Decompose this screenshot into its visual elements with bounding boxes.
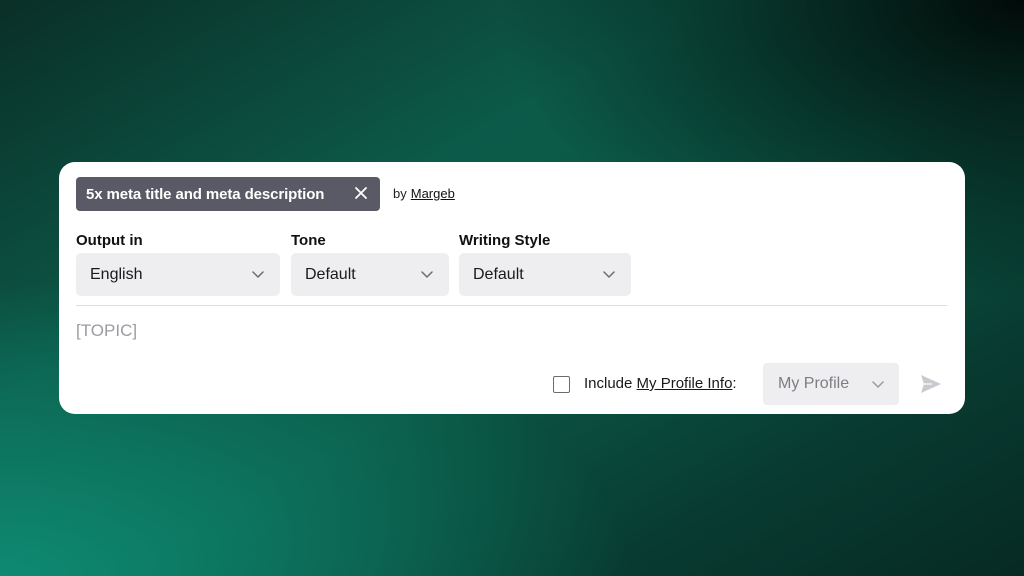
output-label: Output in <box>76 232 143 249</box>
include-profile-checkbox[interactable] <box>553 376 570 393</box>
by-label: by <box>393 186 407 201</box>
output-language-value: English <box>90 265 143 283</box>
include-suffix: : <box>732 375 737 392</box>
writing-style-label: Writing Style <box>459 232 551 249</box>
topic-input[interactable] <box>76 318 936 344</box>
tone-value: Default <box>305 265 356 283</box>
writing-style-select[interactable]: Default <box>459 253 631 296</box>
chevron-down-icon <box>872 381 884 388</box>
include-profile-label: Include My Profile Info: <box>584 375 737 392</box>
output-language-select[interactable]: English <box>76 253 280 296</box>
divider <box>76 305 947 306</box>
send-icon[interactable] <box>920 374 942 394</box>
chevron-down-icon <box>421 271 433 278</box>
tone-select[interactable]: Default <box>291 253 449 296</box>
prompt-card: 5x meta title and meta description by Mar… <box>59 162 965 414</box>
chevron-down-icon <box>252 271 264 278</box>
author-line: by Margeb <box>393 186 455 201</box>
tone-label: Tone <box>291 232 326 249</box>
prompt-title: 5x meta title and meta description <box>86 185 325 203</box>
profile-select-value: My Profile <box>778 375 850 392</box>
close-icon[interactable] <box>354 186 368 200</box>
author-link[interactable]: Margeb <box>411 186 455 201</box>
profile-select[interactable]: My Profile <box>763 363 899 405</box>
include-prefix: Include <box>584 375 633 392</box>
writing-style-value: Default <box>473 265 524 283</box>
chevron-down-icon <box>603 271 615 278</box>
prompt-tag: 5x meta title and meta description <box>76 177 380 211</box>
profile-info-link[interactable]: My Profile Info <box>637 375 733 392</box>
